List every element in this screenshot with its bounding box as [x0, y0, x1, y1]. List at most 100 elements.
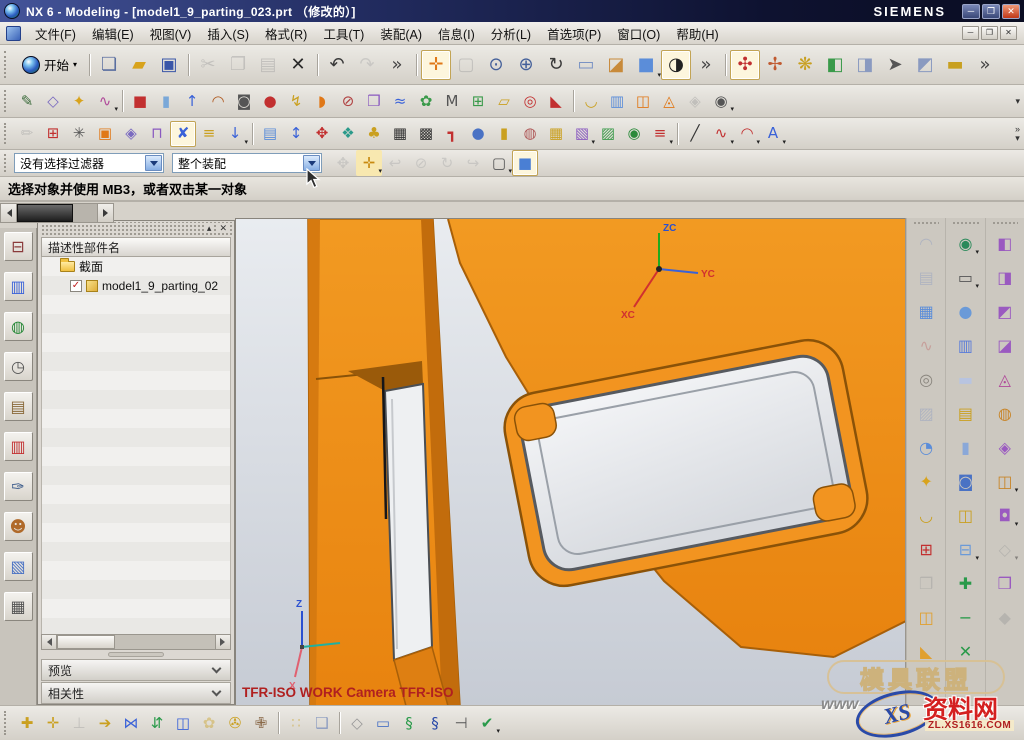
shell-face-button[interactable]: ❒ — [991, 570, 1018, 597]
wcs-orient-button[interactable]: ✢ — [760, 50, 790, 80]
dimension-tool-button[interactable]: ↕ — [283, 121, 309, 147]
info-down-button[interactable]: ↓▾ — [222, 121, 248, 147]
dropdown-arrow-icon[interactable] — [303, 155, 320, 171]
doc-close-button[interactable]: ✕ — [1000, 26, 1017, 40]
mold-tool-button[interactable]: ◍ — [517, 121, 543, 147]
toolbar-grip[interactable] — [4, 123, 8, 145]
redo-button[interactable]: ↷ — [352, 50, 382, 80]
product-outline-button[interactable]: ▭ — [370, 710, 396, 736]
navigator-hscrollbar[interactable] — [41, 634, 231, 650]
line-button[interactable]: ╱ — [682, 121, 708, 147]
select-hands-button[interactable]: ✥ — [330, 150, 356, 176]
move-component-button[interactable]: ◧ — [820, 50, 850, 80]
trim-body-button[interactable]: ◫ — [630, 88, 656, 114]
check-mate-dropdown-arrow[interactable]: ▾ — [496, 727, 500, 735]
studio-surface-button[interactable]: ∿ — [913, 332, 940, 359]
delete-body-button[interactable]: ◈ — [682, 88, 708, 114]
animation-film-button[interactable]: ▦ — [387, 121, 413, 147]
zoom-in-out-button[interactable]: ⊕ — [511, 50, 541, 80]
standard-overflow-button[interactable]: » — [382, 50, 412, 80]
combine-button[interactable]: ⊞ — [465, 88, 491, 114]
section-bar-dependencies[interactable]: 相关性 — [41, 682, 231, 704]
shaded-select-button[interactable]: ■ — [512, 150, 538, 176]
chevron-down-icon[interactable] — [212, 664, 222, 674]
new-component-button[interactable]: ✛ — [40, 710, 66, 736]
doc-minimize-button[interactable]: ─ — [962, 26, 979, 40]
zoom-box-button[interactable]: ▢ — [451, 50, 481, 80]
trimmed-sheet-button[interactable]: ◫ — [913, 604, 940, 631]
internet-explorer-tab[interactable]: ◍ — [4, 312, 33, 341]
menu-item-9[interactable]: 首选项(P) — [539, 22, 609, 45]
move-component-2-button[interactable]: ➔ — [92, 710, 118, 736]
patch-button[interactable]: ❒ — [361, 88, 387, 114]
panel-splitter[interactable] — [38, 650, 234, 658]
hole-cube-button[interactable]: ◙ — [952, 468, 979, 495]
paste-button[interactable]: ▤ — [253, 50, 283, 80]
model-view[interactable]: ZC YC XC Z X TFR-ISO WORK Camera TFR-ISO — [236, 219, 906, 706]
spreadsheet-button[interactable]: ▨ — [595, 121, 621, 147]
column-tool-button[interactable]: ▮ — [491, 121, 517, 147]
panel-drag-handle[interactable]: ▴ ✕ — [40, 222, 232, 235]
trim-sheet-button[interactable]: ⊘ — [335, 88, 361, 114]
open-button[interactable]: ▰ — [124, 50, 154, 80]
report-dropdown-arrow[interactable]: ▾ — [669, 138, 673, 146]
snapshot-button[interactable]: ◪ — [601, 50, 631, 80]
shape-sketch-button[interactable]: ◉▾ — [952, 230, 979, 257]
datum-csys-button[interactable]: ✦ — [66, 88, 92, 114]
hscroll-track[interactable] — [115, 635, 215, 649]
pattern-feature-button[interactable]: ⊞ — [40, 121, 66, 147]
through-curve-mesh-button[interactable]: ▦ — [913, 298, 940, 325]
split-body-button[interactable]: ◬ — [656, 88, 682, 114]
view-overflow-button[interactable]: » — [691, 50, 721, 80]
edit-parameters-button[interactable]: ✏ — [14, 121, 40, 147]
undo-button[interactable]: ↶ — [322, 50, 352, 80]
text-tool-dropdown-arrow[interactable]: ▾ — [782, 138, 786, 146]
section-bar-preview[interactable]: 预览 — [41, 659, 231, 681]
springback-info-button[interactable]: § — [422, 710, 448, 736]
expression-tree-button[interactable]: ♣ — [361, 121, 387, 147]
unite-button[interactable]: ✚ — [952, 570, 979, 597]
dropdown-arrow-icon[interactable] — [145, 155, 162, 171]
curve-dropdown-arrow[interactable]: ▾ — [114, 105, 118, 113]
new-part-button[interactable]: ❏ — [94, 50, 124, 80]
fit-view-button[interactable]: ✛ — [421, 50, 451, 80]
pair-tool-button[interactable]: ∷ — [283, 710, 309, 736]
core-button[interactable]: ▥ — [604, 88, 630, 114]
bridge-surface-button[interactable]: ◡ — [913, 502, 940, 529]
resize-blend-button[interactable]: ◍ — [991, 400, 1018, 427]
sweep-guide-button[interactable]: ⊞ — [913, 536, 940, 563]
pull-face-button[interactable]: ◨ — [991, 264, 1018, 291]
cut-button[interactable]: ✂ — [193, 50, 223, 80]
move-face-button[interactable]: ◧ — [991, 230, 1018, 257]
scroll-thumb[interactable] — [17, 204, 73, 222]
row2-more-arrow[interactable]: ▾ — [1015, 97, 1020, 106]
assembly-constraints-button[interactable]: ◨ — [850, 50, 880, 80]
assembly-overflow-button[interactable]: » — [970, 50, 1000, 80]
report-button[interactable]: ≡▾ — [647, 121, 673, 147]
panel-collapse-button[interactable]: ▴ — [206, 224, 213, 233]
draft-button[interactable]: ◣ — [543, 88, 569, 114]
loop-back-button[interactable]: ↩ — [382, 150, 408, 176]
hscroll-thumb[interactable] — [57, 635, 115, 649]
tree-row[interactable]: ✓model1_9_parting_02 — [42, 276, 230, 295]
radial-dimension-button[interactable]: ◘▾ — [991, 502, 1018, 529]
cylinder-pair-button[interactable]: ▮ — [952, 434, 979, 461]
law-extension-button[interactable]: ◎ — [913, 366, 940, 393]
menu-item-6[interactable]: 装配(A) — [372, 22, 430, 45]
angular-dimension-button[interactable]: ◇▾ — [991, 536, 1018, 563]
navigator-column-header[interactable]: 描述性部件名 — [41, 237, 231, 257]
arrangements-button[interactable]: ⇵ — [144, 710, 170, 736]
restore-button[interactable]: ❐ — [982, 4, 1000, 19]
replace-face-button[interactable]: ◪ — [991, 332, 1018, 359]
tree-row[interactable]: 截面 — [42, 257, 230, 276]
info-tag-button[interactable]: ⊣ — [448, 710, 474, 736]
ruled-surface-button[interactable]: ◠ — [913, 230, 940, 257]
thicken-button[interactable]: ✿ — [413, 88, 439, 114]
extrude-button[interactable]: ↑ — [179, 88, 205, 114]
glove-tool-button[interactable]: ❖ — [335, 121, 361, 147]
offset-in-face-button[interactable]: ❒ — [913, 570, 940, 597]
wrench-cube-button[interactable]: ✙ — [248, 710, 274, 736]
datum-plane-button[interactable]: ◇ — [40, 88, 66, 114]
menu-item-10[interactable]: 窗口(O) — [609, 22, 668, 45]
sequence-button[interactable]: ◫ — [170, 710, 196, 736]
